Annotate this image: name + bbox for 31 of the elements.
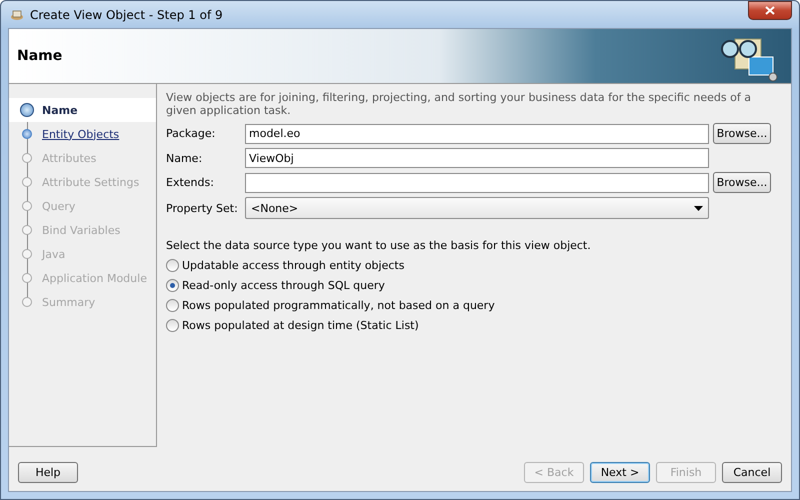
prompt-text: Select the data source type you want to use as the basis for this view object. xyxy=(166,239,592,252)
browse-button[interactable]: Browse... xyxy=(713,172,771,193)
step-item[interactable]: Entity Objects xyxy=(42,128,120,140)
dialog-button[interactable]: Next > xyxy=(590,462,650,482)
radio-button[interactable] xyxy=(166,259,179,272)
close-icon xyxy=(765,6,775,15)
input-field[interactable]: model.eo xyxy=(245,124,709,144)
dialog-button[interactable]: Help xyxy=(18,462,78,482)
field-label: Name: xyxy=(166,152,204,164)
field-label: Property Set: xyxy=(166,202,239,214)
step-item[interactable]: Name xyxy=(42,104,78,116)
browse-button[interactable]: Browse... xyxy=(713,123,771,144)
window-title: Create View Object - Step 1 of 9 xyxy=(30,8,224,22)
radio-label[interactable]: Updatable access through entity objects xyxy=(182,259,404,272)
app-icon xyxy=(10,8,24,20)
radio-button[interactable] xyxy=(166,279,179,292)
description-text: View objects are for joining, filtering, projecting, and sorting your business data for the specific needs of a given application task. xyxy=(166,91,752,117)
radio-label[interactable]: Read-only access through SQL query xyxy=(182,279,385,292)
property-set-dropdown[interactable]: <None> xyxy=(245,197,709,219)
input-field[interactable] xyxy=(245,172,709,192)
radio-button[interactable] xyxy=(166,319,179,332)
field-label: Package: xyxy=(166,127,216,140)
radio-label[interactable]: Rows populated at design time (Static List) xyxy=(182,319,419,332)
close-button[interactable] xyxy=(748,1,792,20)
input-field[interactable]: ViewObj xyxy=(245,148,709,168)
field-label: Extends: xyxy=(166,176,215,189)
radio-label[interactable]: Rows populated programmatically, not based on a query xyxy=(182,299,495,312)
dropdown-arrow-icon xyxy=(694,206,703,210)
dialog-button[interactable]: Cancel xyxy=(722,462,782,482)
page-title: Name xyxy=(17,48,62,64)
radio-button[interactable] xyxy=(166,299,179,312)
